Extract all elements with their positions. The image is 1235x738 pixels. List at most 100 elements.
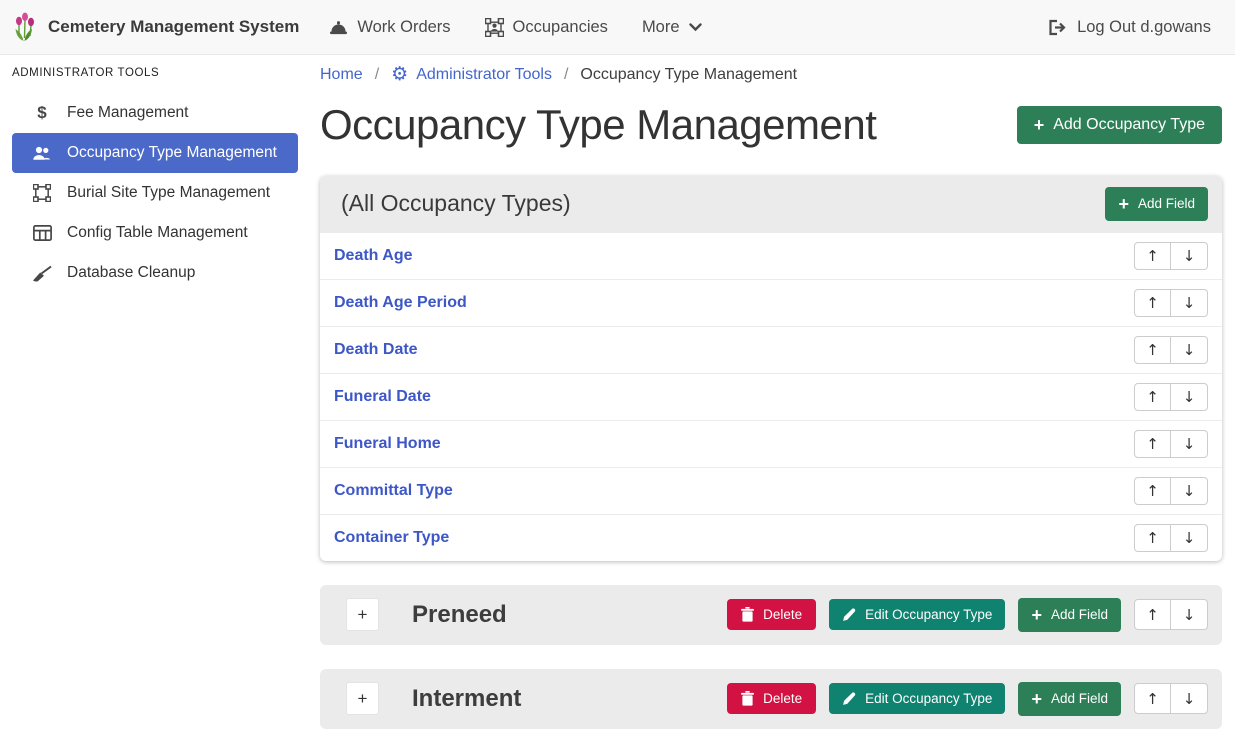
nav-item-label: Occupancies (513, 18, 608, 37)
field-link-death-age-period[interactable]: Death Age Period (334, 294, 467, 312)
sidebar-item-label: Database Cleanup (67, 264, 195, 282)
field-link-funeral-home[interactable]: Funeral Home (334, 435, 441, 453)
sign-out-icon (1048, 19, 1068, 36)
sidebar-item-label: Burial Site Type Management (67, 184, 270, 202)
tulip-logo-icon (12, 12, 38, 42)
nav-item-more[interactable]: More (642, 18, 702, 37)
add-field-button[interactable]: + Add Field (1018, 598, 1121, 632)
pencil-icon (842, 608, 856, 622)
sidebar-item-burial-site-type-management[interactable]: Burial Site Type Management (12, 173, 298, 213)
add-occupancy-type-label: Add Occupancy Type (1053, 116, 1205, 134)
reorder-controls: ↑ ↓ (1134, 524, 1208, 552)
occupancy-type-section-interment: + Interment Delete Edit O (320, 669, 1222, 729)
field-link-funeral-date[interactable]: Funeral Date (334, 388, 431, 406)
section-title: Preneed (412, 601, 507, 629)
hard-hat-icon (329, 19, 348, 36)
add-field-label: Add Field (1051, 691, 1108, 706)
move-up-button[interactable]: ↑ (1134, 336, 1171, 364)
breadcrumb-home-link[interactable]: Home (320, 66, 363, 84)
field-link-committal-type[interactable]: Committal Type (334, 482, 453, 500)
pencil-icon (842, 692, 856, 706)
add-field-label: Add Field (1051, 607, 1108, 622)
sidebar-item-label: Config Table Management (67, 224, 248, 242)
main-content: Home / ⚙ Administrator Tools / Occupancy… (310, 55, 1235, 738)
field-row: Container Type ↑ ↓ (320, 514, 1222, 561)
field-row: Funeral Date ↑ ↓ (320, 373, 1222, 420)
move-down-button[interactable]: ↓ (1171, 242, 1208, 270)
sidebar-item-fee-management[interactable]: $ Fee Management (12, 93, 298, 133)
sidebar-heading: ADMINISTRATOR TOOLS (0, 63, 310, 93)
app-title: Cemetery Management System (48, 17, 299, 37)
field-row: Funeral Home ↑ ↓ (320, 420, 1222, 467)
expand-button[interactable]: + (346, 598, 379, 631)
delete-label: Delete (763, 607, 802, 622)
move-up-button[interactable]: ↑ (1134, 599, 1171, 630)
plus-icon: + (1031, 606, 1042, 624)
move-down-button[interactable]: ↓ (1171, 683, 1208, 714)
nav-item-work-orders[interactable]: Work Orders (329, 18, 450, 37)
move-up-button[interactable]: ↑ (1134, 477, 1171, 505)
top-navbar: Cemetery Management System Work Orders (0, 0, 1235, 55)
section-title: Interment (412, 685, 521, 713)
trash-icon (741, 691, 754, 706)
table-icon (30, 225, 54, 241)
move-down-button[interactable]: ↓ (1171, 336, 1208, 364)
expand-button[interactable]: + (346, 682, 379, 715)
trash-icon (741, 607, 754, 622)
move-up-button[interactable]: ↑ (1134, 242, 1171, 270)
reorder-controls: ↑ ↓ (1134, 430, 1208, 458)
move-up-button[interactable]: ↑ (1134, 430, 1171, 458)
delete-button[interactable]: Delete (727, 683, 816, 714)
sidebar: ADMINISTRATOR TOOLS $ Fee Management Occ… (0, 55, 310, 738)
nav-item-occupancies[interactable]: Occupancies (485, 18, 608, 37)
page-header: Occupancy Type Management + Add Occupanc… (320, 100, 1222, 150)
reorder-controls: ↑ ↓ (1134, 336, 1208, 364)
move-down-button[interactable]: ↓ (1171, 430, 1208, 458)
vector-square-icon (30, 184, 54, 202)
field-link-death-age[interactable]: Death Age (334, 247, 413, 265)
sidebar-item-label: Occupancy Type Management (67, 144, 277, 162)
sidebar-item-config-table-management[interactable]: Config Table Management (12, 213, 298, 253)
add-occupancy-type-button[interactable]: + Add Occupancy Type (1017, 106, 1222, 144)
edit-occupancy-type-button[interactable]: Edit Occupancy Type (829, 683, 1005, 714)
move-up-button[interactable]: ↑ (1134, 683, 1171, 714)
add-field-button[interactable]: + Add Field (1105, 187, 1208, 221)
logout-button[interactable]: Log Out d.gowans (1048, 18, 1211, 37)
delete-button[interactable]: Delete (727, 599, 816, 630)
field-link-container-type[interactable]: Container Type (334, 529, 449, 547)
chevron-down-icon (689, 23, 702, 32)
edit-occupancy-type-label: Edit Occupancy Type (865, 691, 992, 706)
move-up-button[interactable]: ↑ (1134, 289, 1171, 317)
sidebar-item-occupancy-type-management[interactable]: Occupancy Type Management (12, 133, 298, 173)
add-field-button[interactable]: + Add Field (1018, 682, 1121, 716)
field-row: Death Age Period ↑ ↓ (320, 279, 1222, 326)
logout-label: Log Out d.gowans (1077, 18, 1211, 37)
move-up-button[interactable]: ↑ (1134, 383, 1171, 411)
reorder-controls: ↑ ↓ (1134, 242, 1208, 270)
breadcrumb-admin-tools-link[interactable]: ⚙ Administrator Tools (391, 65, 552, 84)
card-title: (All Occupancy Types) (341, 190, 571, 217)
plus-icon: + (1034, 116, 1045, 134)
move-down-button[interactable]: ↓ (1171, 383, 1208, 411)
reorder-controls: ↑ ↓ (1134, 599, 1208, 630)
nav-item-label: More (642, 18, 680, 37)
move-up-button[interactable]: ↑ (1134, 524, 1171, 552)
delete-label: Delete (763, 691, 802, 706)
navbar-links: Work Orders Occupancies More (329, 18, 701, 37)
move-down-button[interactable]: ↓ (1171, 477, 1208, 505)
move-down-button[interactable]: ↓ (1171, 599, 1208, 630)
app-brand[interactable]: Cemetery Management System (12, 12, 299, 42)
reorder-controls: ↑ ↓ (1134, 683, 1208, 714)
field-link-death-date[interactable]: Death Date (334, 341, 418, 359)
broom-icon (30, 265, 54, 282)
users-icon (30, 146, 54, 161)
sidebar-item-database-cleanup[interactable]: Database Cleanup (12, 253, 298, 293)
occupancy-type-section-preneed: + Preneed Delete Edit Occ (320, 585, 1222, 645)
plus-icon: + (1118, 195, 1129, 213)
add-field-label: Add Field (1138, 196, 1195, 211)
dollar-icon: $ (30, 103, 54, 123)
move-down-button[interactable]: ↓ (1171, 289, 1208, 317)
edit-occupancy-type-button[interactable]: Edit Occupancy Type (829, 599, 1005, 630)
move-down-button[interactable]: ↓ (1171, 524, 1208, 552)
breadcrumb-admin-tools-label: Administrator Tools (416, 66, 552, 84)
